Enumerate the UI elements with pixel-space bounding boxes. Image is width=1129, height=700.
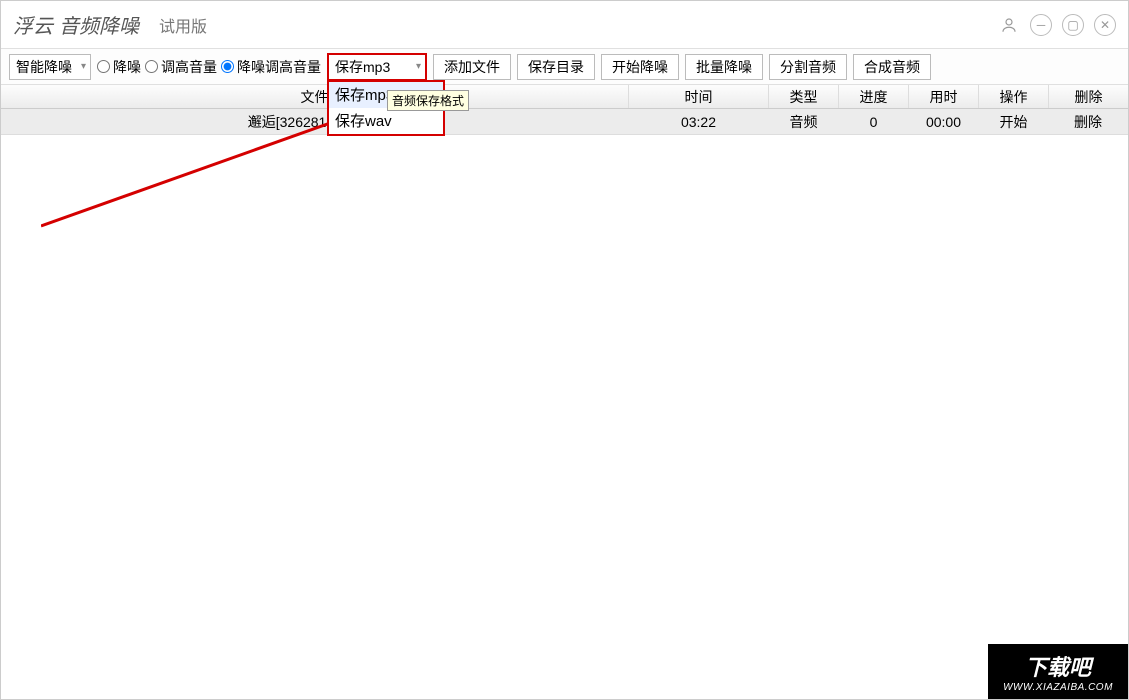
watermark-url: WWW.XIAZAIBA.COM xyxy=(1003,682,1113,693)
radio-both[interactable]: 降噪调高音量 xyxy=(221,57,321,77)
app-logo-text: 浮云 xyxy=(13,10,53,39)
th-type[interactable]: 类型 xyxy=(769,85,839,108)
minimize-icon[interactable]: ─ xyxy=(1030,14,1052,36)
mode-select[interactable]: 智能降噪 xyxy=(9,54,91,80)
dropdown-option-wav-label: 保存wav xyxy=(335,110,392,131)
radio-volume[interactable]: 调高音量 xyxy=(145,57,217,77)
radio-group: 降噪 调高音量 降噪调高音量 xyxy=(97,57,321,77)
batch-denoise-button[interactable]: 批量降噪 xyxy=(685,54,763,80)
th-time[interactable]: 时间 xyxy=(629,85,769,108)
radio-both-input[interactable] xyxy=(221,60,234,73)
mode-select-value: 智能降噪 xyxy=(16,57,72,77)
close-icon[interactable]: ✕ xyxy=(1094,14,1116,36)
td-delete[interactable]: 删除 xyxy=(1049,109,1128,134)
radio-both-label: 降噪调高音量 xyxy=(237,57,321,77)
title-bar: 浮云 音频降噪 试用版 ─ ▢ ✕ xyxy=(1,1,1128,49)
th-file[interactable]: 文件 xyxy=(1,85,629,108)
radio-volume-label: 调高音量 xyxy=(161,57,217,77)
dropdown-option-mp3-label: 保存mp3 xyxy=(335,84,394,105)
watermark: 下载吧 WWW.XIAZAIBA.COM xyxy=(988,644,1128,699)
dropdown-option-wav[interactable]: 保存wav xyxy=(329,108,443,134)
start-denoise-button[interactable]: 开始降噪 xyxy=(601,54,679,80)
watermark-title: 下载吧 xyxy=(1025,650,1091,682)
maximize-icon[interactable]: ▢ xyxy=(1062,14,1084,36)
td-file: 邂逅[32628199] - 甫平 .mp3 xyxy=(1,109,629,134)
split-audio-button[interactable]: 分割音频 xyxy=(769,54,847,80)
toolbar: 智能降噪 降噪 调高音量 降噪调高音量 保存mp3 保存mp3 保存wav 音频… xyxy=(1,49,1128,85)
th-progress[interactable]: 进度 xyxy=(839,85,909,108)
user-icon[interactable] xyxy=(998,14,1020,36)
save-format-value: 保存mp3 xyxy=(335,57,390,77)
radio-volume-input[interactable] xyxy=(145,60,158,73)
radio-denoise-label: 降噪 xyxy=(113,57,141,77)
radio-denoise-input[interactable] xyxy=(97,60,110,73)
save-format-wrap: 保存mp3 保存mp3 保存wav 音频保存格式 xyxy=(327,53,427,81)
save-format-dropdown: 保存mp3 保存wav 音频保存格式 xyxy=(327,80,445,136)
th-usetime[interactable]: 用时 xyxy=(909,85,979,108)
td-op-start[interactable]: 开始 xyxy=(979,109,1049,134)
table-body: 邂逅[32628199] - 甫平 .mp3 03:22 音频 0 00:00 … xyxy=(1,109,1128,135)
th-del[interactable]: 删除 xyxy=(1049,85,1128,108)
table-header: 文件 时间 类型 进度 用时 操作 删除 xyxy=(1,85,1128,109)
edition-label: 试用版 xyxy=(159,13,207,37)
add-file-button[interactable]: 添加文件 xyxy=(433,54,511,80)
window-controls: ─ ▢ ✕ xyxy=(998,14,1116,36)
radio-denoise[interactable]: 降噪 xyxy=(97,57,141,77)
tooltip-save-format: 音频保存格式 xyxy=(387,90,469,111)
merge-audio-button[interactable]: 合成音频 xyxy=(853,54,931,80)
td-time: 03:22 xyxy=(629,109,769,134)
td-usetime: 00:00 xyxy=(909,109,979,134)
table-row[interactable]: 邂逅[32628199] - 甫平 .mp3 03:22 音频 0 00:00 … xyxy=(1,109,1128,135)
td-type: 音频 xyxy=(769,109,839,134)
th-op[interactable]: 操作 xyxy=(979,85,1049,108)
save-dir-button[interactable]: 保存目录 xyxy=(517,54,595,80)
td-progress: 0 xyxy=(839,109,909,134)
app-name: 音频降噪 xyxy=(59,10,139,39)
save-format-select[interactable]: 保存mp3 xyxy=(327,53,427,81)
